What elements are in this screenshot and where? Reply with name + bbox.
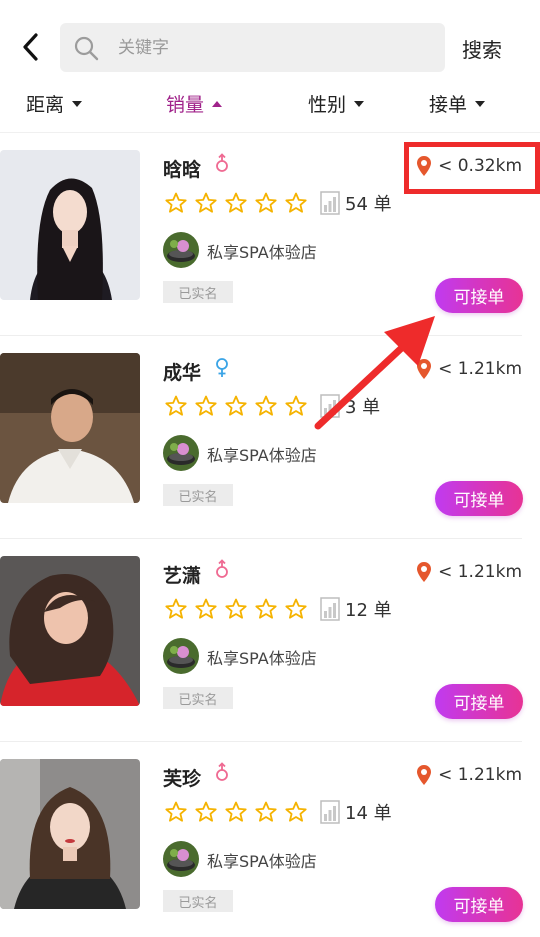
filter-sales[interactable]: 销量 (166, 90, 223, 117)
distance-text: < 0.32km (438, 156, 522, 176)
star-icon (224, 800, 254, 828)
sales-chart-icon (320, 597, 340, 621)
search-input[interactable] (118, 23, 428, 72)
filter-gender[interactable]: 性别 (308, 90, 365, 117)
caret-down-icon (354, 100, 365, 107)
filter-label: 销量 (166, 94, 205, 116)
distance-text: < 1.21km (438, 562, 522, 582)
filter-label: 性别 (308, 94, 347, 116)
accept-order-button[interactable]: 可接单 (435, 481, 523, 516)
location-pin-icon (417, 562, 432, 582)
back-arrow-icon[interactable] (18, 30, 46, 64)
distance-text: < 1.21km (438, 765, 522, 785)
star-icon (284, 191, 314, 219)
search-icon (74, 36, 99, 61)
accept-order-button[interactable]: 可接单 (435, 684, 523, 719)
filter-bar: 距离 销量 性别 接单 (0, 80, 540, 126)
caret-up-icon (212, 100, 223, 107)
avatar[interactable] (0, 556, 140, 706)
female-icon (213, 559, 231, 581)
caret-down-icon (475, 100, 486, 107)
rating-stars (164, 191, 314, 219)
therapist-name: 晗晗 (163, 159, 202, 181)
star-icon (284, 394, 314, 422)
filter-label: 接单 (429, 94, 468, 116)
filter-accept[interactable]: 接单 (429, 90, 486, 117)
star-icon (254, 394, 284, 422)
avatar[interactable] (0, 759, 140, 909)
star-icon (164, 597, 194, 625)
verified-badge: 已实名 (163, 890, 233, 912)
rating-stars (164, 394, 314, 422)
star-icon (164, 191, 194, 219)
filter-label: 距离 (26, 94, 65, 116)
therapist-card[interactable]: 艺潇 < 1.21km 12 单 私享SPA体验店 已实名 可接单 (0, 539, 540, 742)
shop-name: 私享SPA体验店 (207, 649, 317, 668)
verified-badge: 已实名 (163, 687, 233, 709)
distance: < 1.21km (416, 358, 522, 380)
star-icon (194, 394, 224, 422)
avatar[interactable] (0, 150, 140, 300)
order-count: 12 单 (345, 600, 392, 621)
female-icon (213, 153, 231, 175)
therapist-name: 成华 (163, 362, 202, 384)
accept-order-button[interactable]: 可接单 (435, 278, 523, 313)
order-count: 3 单 (345, 397, 381, 418)
verified-badge: 已实名 (163, 484, 233, 506)
shop-logo (163, 841, 199, 877)
sales-chart-icon (320, 394, 340, 418)
star-icon (194, 800, 224, 828)
order-count: 14 单 (345, 803, 392, 824)
shop-logo (163, 232, 199, 268)
location-pin-icon (417, 359, 432, 379)
sales-chart-icon (320, 800, 340, 824)
therapist-card[interactable]: 成华 < 1.21km 3 单 私享SPA体验店 已实名 可接单 (0, 336, 540, 539)
shop-name: 私享SPA体验店 (207, 446, 317, 465)
distance: < 1.21km (416, 764, 522, 786)
accept-order-button[interactable]: 可接单 (435, 887, 523, 922)
star-icon (254, 597, 284, 625)
distance: < 0.32km (416, 155, 522, 177)
location-pin-icon (417, 765, 432, 785)
sales-chart-icon (320, 191, 340, 215)
shop-name: 私享SPA体验店 (207, 243, 317, 262)
therapist-card[interactable]: 芙珍 < 1.21km 14 单 私享SPA体验店 已实名 可接单 (0, 742, 540, 937)
filter-distance[interactable]: 距离 (26, 90, 83, 117)
star-icon (194, 191, 224, 219)
male-icon (213, 356, 231, 378)
star-icon (224, 394, 254, 422)
search-button[interactable]: 搜索 (462, 34, 502, 63)
therapist-name: 艺潇 (163, 565, 202, 587)
shop-logo (163, 638, 199, 674)
rating-stars (164, 597, 314, 625)
header: 搜索 (0, 0, 540, 80)
avatar[interactable] (0, 353, 140, 503)
shop-name: 私享SPA体验店 (207, 852, 317, 871)
star-icon (164, 394, 194, 422)
order-count: 54 单 (345, 194, 392, 215)
star-icon (254, 800, 284, 828)
caret-down-icon (72, 100, 83, 107)
search-bar[interactable] (60, 23, 445, 72)
star-icon (224, 597, 254, 625)
verified-badge: 已实名 (163, 281, 233, 303)
star-icon (284, 800, 314, 828)
female-icon (213, 762, 231, 784)
therapist-card[interactable]: 晗晗 < 0.32km 54 单 私享SPA体验店 已实名 可接单 (0, 133, 540, 336)
location-pin-icon (417, 156, 432, 176)
star-icon (164, 800, 194, 828)
star-icon (194, 597, 224, 625)
therapist-name: 芙珍 (163, 768, 202, 790)
star-icon (254, 191, 284, 219)
star-icon (224, 191, 254, 219)
star-icon (284, 597, 314, 625)
shop-logo (163, 435, 199, 471)
distance-text: < 1.21km (438, 359, 522, 379)
distance: < 1.21km (416, 561, 522, 583)
rating-stars (164, 800, 314, 828)
